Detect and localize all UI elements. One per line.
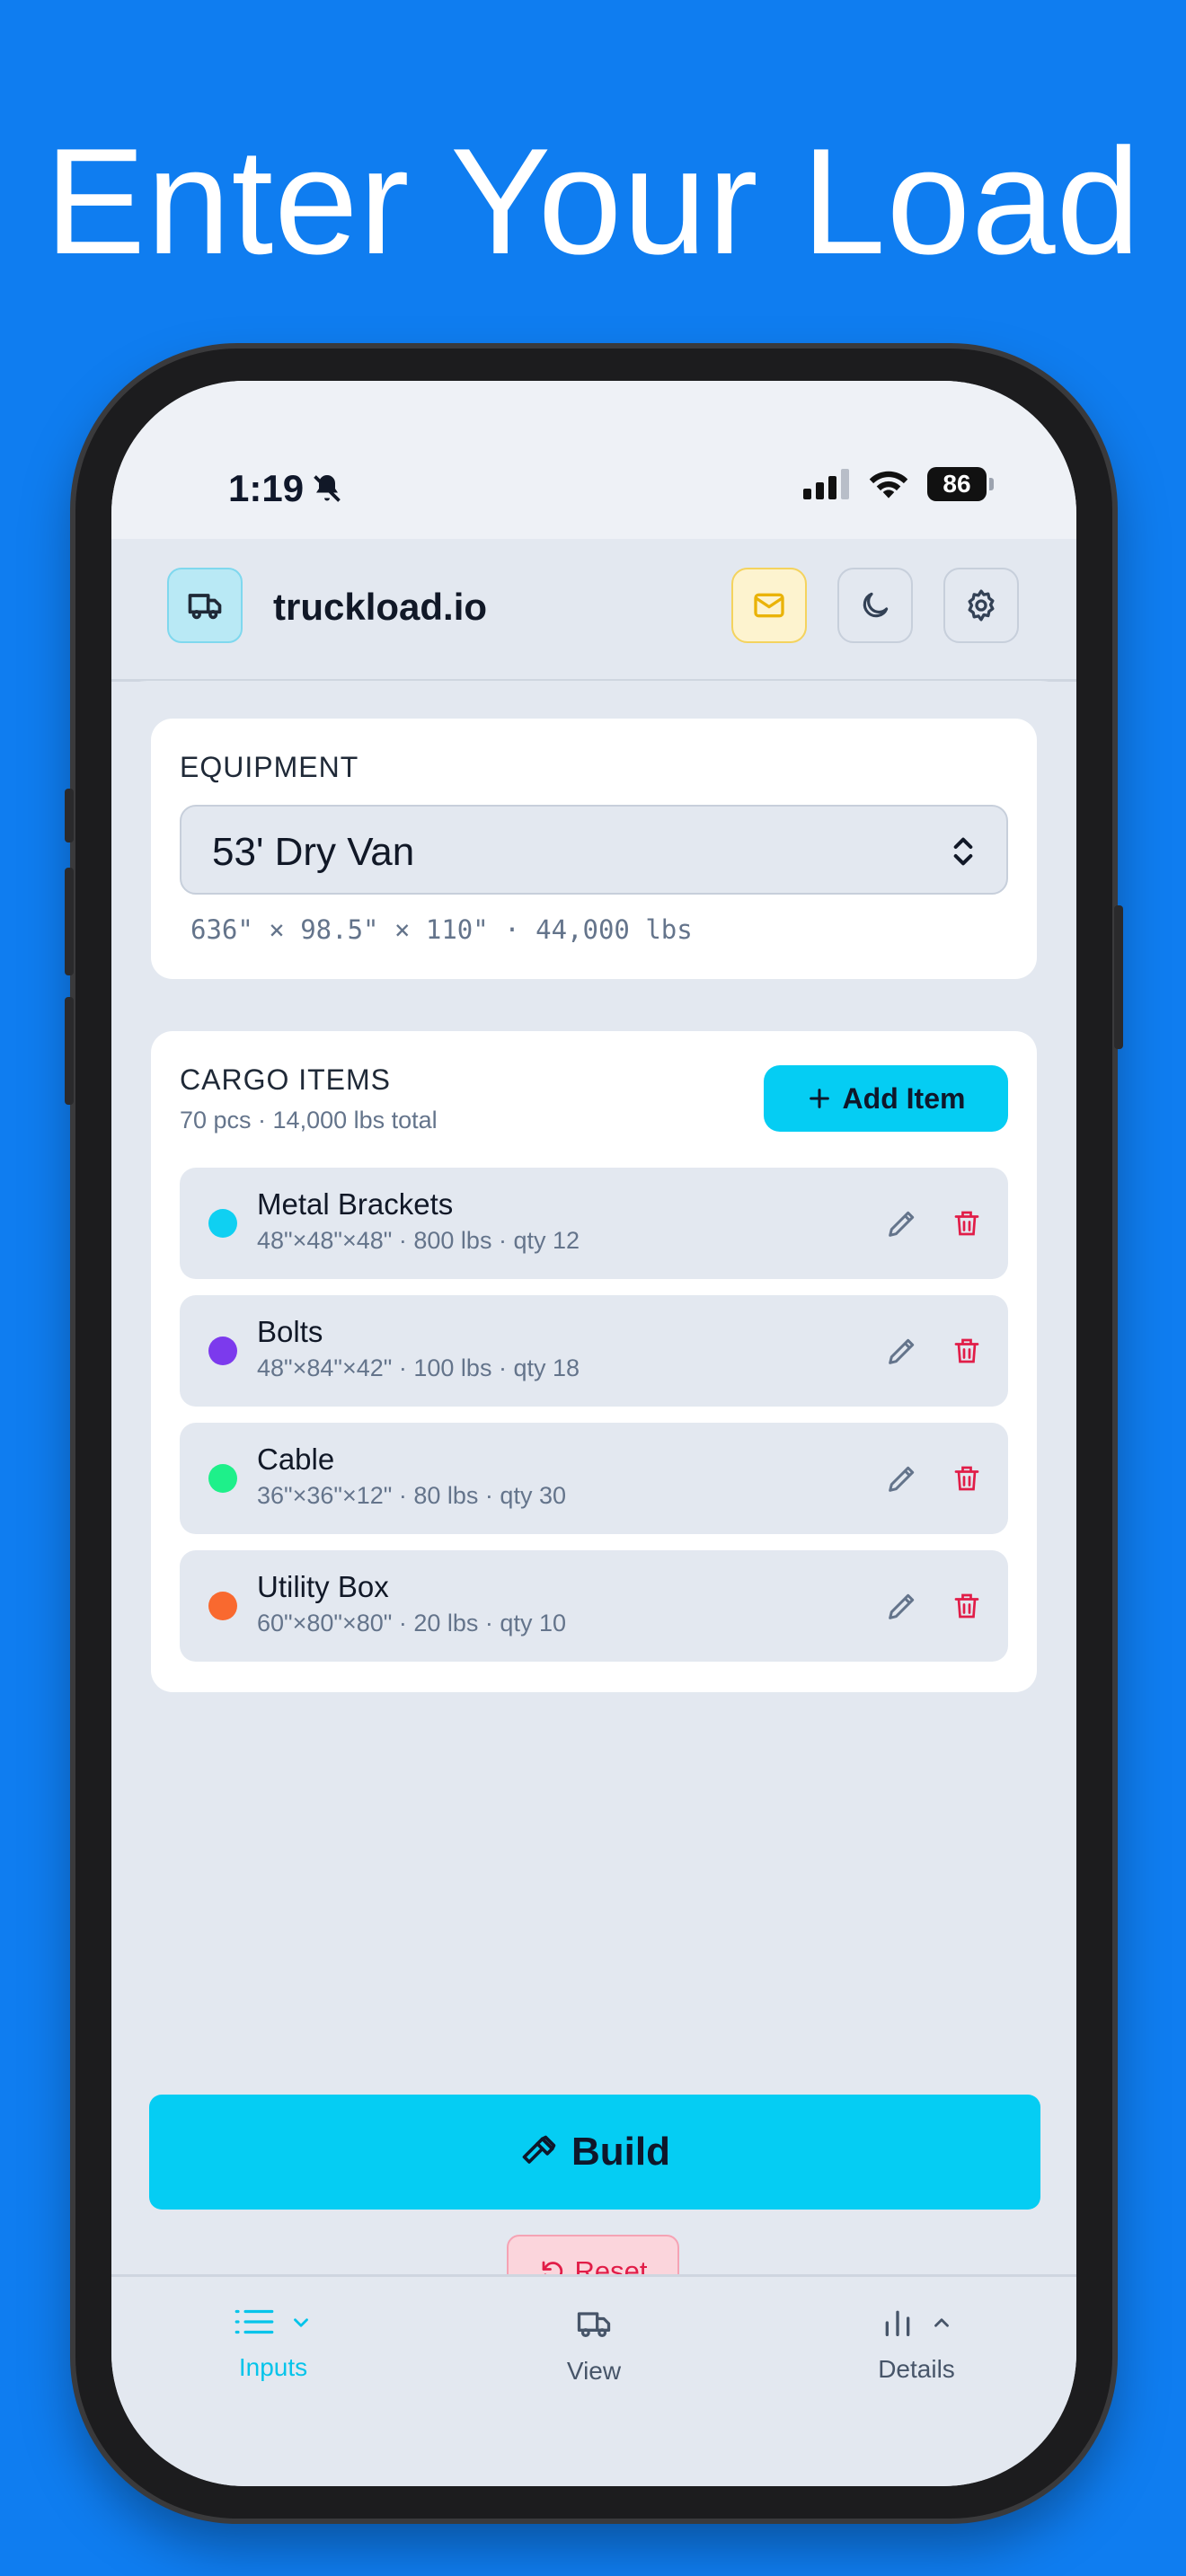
status-bar: 1:19 86 bbox=[111, 381, 1076, 539]
bottom-tab-bar: Inputs View Details bbox=[111, 2274, 1076, 2486]
item-meta: 48"×48"×48" · 800 lbs · qty 12 bbox=[257, 1227, 580, 1254]
mail-icon bbox=[754, 593, 784, 618]
truck-icon bbox=[577, 2312, 611, 2338]
phone-frame: 1:19 86 truckload.io EQUIPMENT 53' Dry V… bbox=[65, 348, 1123, 2519]
cargo-item[interactable]: Metal Brackets 48"×48"×48" · 800 lbs · q… bbox=[180, 1168, 1008, 1279]
equipment-card: EQUIPMENT 53' Dry Van 636" × 98.5" × 110… bbox=[151, 719, 1037, 979]
item-meta: 60"×80"×80" · 20 lbs · qty 10 bbox=[257, 1610, 566, 1636]
settings-button[interactable] bbox=[943, 568, 1019, 643]
item-name: Metal Brackets bbox=[257, 1187, 454, 1221]
pencil-icon[interactable] bbox=[884, 1588, 920, 1628]
equipment-select[interactable]: 53' Dry Van bbox=[180, 805, 1008, 895]
item-color-dot bbox=[208, 1209, 237, 1238]
gear-icon bbox=[968, 589, 995, 622]
item-color-dot bbox=[208, 1592, 237, 1620]
bell-muted-icon bbox=[311, 471, 343, 511]
item-name: Bolts bbox=[257, 1315, 323, 1348]
power-button bbox=[1114, 905, 1123, 1049]
truck-logo-icon bbox=[167, 568, 243, 643]
cargo-title: CARGO ITEMS bbox=[180, 1063, 392, 1096]
status-time: 1:19 bbox=[228, 467, 305, 509]
tab-view[interactable]: View bbox=[495, 2304, 693, 2386]
plus-icon bbox=[809, 1089, 829, 1108]
item-color-dot bbox=[208, 1464, 237, 1493]
volume-down-button bbox=[65, 997, 74, 1105]
chevron-up-down-icon bbox=[945, 832, 981, 876]
trash-icon[interactable] bbox=[951, 1460, 983, 1501]
trash-icon[interactable] bbox=[951, 1588, 983, 1628]
battery-tip bbox=[989, 478, 994, 490]
equipment-select-value: 53' Dry Van bbox=[212, 830, 415, 874]
add-item-button[interactable]: Add Item bbox=[764, 1065, 1008, 1132]
build-button[interactable]: Build bbox=[149, 2095, 1040, 2210]
cargo-item[interactable]: Utility Box 60"×80"×80" · 20 lbs · qty 1… bbox=[180, 1550, 1008, 1662]
tab-inputs[interactable]: Inputs bbox=[174, 2304, 372, 2382]
item-color-dot bbox=[208, 1337, 237, 1365]
pencil-icon[interactable] bbox=[884, 1460, 920, 1501]
cargo-card: CARGO ITEMS 70 pcs · 14,000 lbs total Ad… bbox=[151, 1031, 1037, 1692]
tab-view-label: View bbox=[566, 2357, 622, 2385]
equipment-spec: 636" × 98.5" × 110" · 44,000 lbs bbox=[190, 914, 693, 945]
list-icon bbox=[235, 2309, 274, 2334]
wifi-icon bbox=[866, 467, 911, 506]
item-name: Cable bbox=[257, 1442, 335, 1476]
cargo-item[interactable]: Cable 36"×36"×12" · 80 lbs · qty 30 bbox=[180, 1423, 1008, 1534]
main-content: EQUIPMENT 53' Dry Van 636" × 98.5" × 110… bbox=[111, 681, 1076, 2280]
battery-indicator: 86 bbox=[927, 467, 987, 501]
tab-details-label: Details bbox=[878, 2355, 955, 2383]
chevron-down-icon bbox=[294, 2318, 309, 2327]
dark-mode-button[interactable] bbox=[837, 568, 913, 643]
item-meta: 48"×84"×42" · 100 lbs · qty 18 bbox=[257, 1354, 580, 1381]
tab-details[interactable]: Details bbox=[818, 2304, 1015, 2384]
equipment-title: EQUIPMENT bbox=[180, 751, 359, 783]
app-brand: truckload.io bbox=[273, 586, 488, 628]
trash-icon[interactable] bbox=[951, 1333, 983, 1373]
cellular-signal-icon bbox=[803, 469, 854, 504]
item-meta: 36"×36"×12" · 80 lbs · qty 30 bbox=[257, 1482, 566, 1509]
action-button bbox=[65, 789, 74, 842]
pencil-icon[interactable] bbox=[884, 1205, 920, 1246]
add-item-label: Add Item bbox=[842, 1081, 966, 1115]
item-name: Utility Box bbox=[257, 1570, 389, 1603]
build-label: Build bbox=[571, 2130, 670, 2174]
tab-inputs-label: Inputs bbox=[238, 2353, 308, 2381]
cargo-summary: 70 pcs · 14,000 lbs total bbox=[180, 1107, 438, 1134]
contact-button[interactable] bbox=[731, 568, 807, 643]
trash-icon[interactable] bbox=[951, 1205, 983, 1246]
app-header: truckload.io bbox=[111, 539, 1076, 682]
pencil-icon[interactable] bbox=[884, 1333, 920, 1373]
screen: 1:19 86 truckload.io EQUIPMENT 53' Dry V… bbox=[111, 381, 1076, 2486]
volume-up-button bbox=[65, 868, 74, 975]
headline: Enter Your Load bbox=[44, 117, 1142, 286]
cargo-item[interactable]: Bolts 48"×84"×42" · 100 lbs · qty 18 bbox=[180, 1295, 1008, 1407]
chevron-up-icon bbox=[934, 2318, 950, 2327]
bar-chart-icon bbox=[885, 2310, 910, 2336]
moon-icon bbox=[863, 592, 889, 618]
hammer-icon bbox=[522, 2135, 556, 2164]
